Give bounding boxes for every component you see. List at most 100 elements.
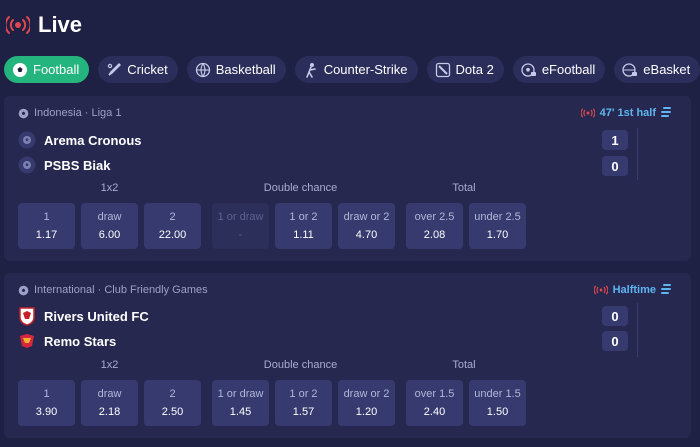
status-text: Halftime [612,284,656,296]
odd-label: 2 [169,388,176,400]
odd-button[interactable]: draw 6.00 [81,203,138,249]
football-icon [12,62,28,78]
tab-cricket[interactable]: Cricket [98,56,178,83]
odd-value: 1.50 [486,406,509,418]
odds-row: over 1.5 2.40 under 1.5 1.50 [406,380,526,426]
odd-label: under 2.5 [474,211,521,223]
stats-icon [661,284,671,294]
football-icon [18,285,29,295]
score-away: 0 [602,156,628,176]
odds-row: over 2.5 2.08 under 2.5 1.70 [406,203,526,249]
score-home: 1 [602,130,628,150]
match-card[interactable]: Indonesia · Liga 1 47' 1st half Arema Cr… [4,96,691,261]
odd-value: 1.70 [486,229,509,241]
tab-efootball[interactable]: eFootball [512,56,606,83]
odd-value: 4.70 [355,229,378,241]
odd-button[interactable]: 1 3.90 [18,380,75,426]
odds-row: 1 1.17 draw 6.00 2 22.00 [18,203,201,249]
odd-label: draw [97,211,122,223]
league-name: Indonesia · Liga 1 [34,107,122,119]
market-label-1x2: 1x2 [100,182,119,194]
league-row: Indonesia · Liga 1 [18,106,121,120]
odds-row: 1 or draw 1.45 1 or 2 1.57 draw or 2 1.20 [212,380,395,426]
tab-label: Cricket [127,62,168,77]
odd-button[interactable]: draw or 2 4.70 [338,203,395,249]
odd-label: 1 or draw [217,211,264,223]
sport-tabs: Football Cricket Basketball Counter-Stri… [4,56,700,84]
odd-label: under 1.5 [474,388,521,400]
odd-value: 3.90 [35,406,58,418]
odd-value: 2.40 [423,406,446,418]
page-title: Live [38,12,83,37]
odd-button[interactable]: under 1.5 1.50 [469,380,526,426]
counter-strike-icon [303,62,319,78]
match-card[interactable]: International · Club Friendly Games Half… [4,273,691,438]
tab-label: eBasket [643,62,691,77]
odd-label: 2 [169,211,176,223]
efootball-icon [521,62,537,78]
odd-button[interactable]: 1 or 2 1.57 [275,380,332,426]
odd-value: 1.17 [35,229,58,241]
tab-dota2[interactable]: Dota 2 [426,56,504,83]
match-status: Halftime [593,282,671,298]
team-name: PSBS Biak [44,157,111,173]
stats-icon [661,107,671,117]
cricket-icon [106,62,122,78]
score-home: 0 [602,306,628,326]
odd-button[interactable]: draw 2.18 [81,380,138,426]
market-label-total: Total [452,359,476,371]
odd-button[interactable]: 1 or draw 1.45 [212,380,269,426]
team-name: Arema Cronous [44,132,142,148]
score-away: 0 [602,331,628,351]
odd-value: - [238,229,243,241]
league-name: International · Club Friendly Games [34,284,208,296]
football-icon [18,108,29,118]
odd-button[interactable]: 2 22.00 [144,203,201,249]
odd-value: 1.45 [229,406,252,418]
team-placeholder-icon [18,156,36,174]
divider [637,128,638,180]
match-status: 47' 1st half [580,105,671,121]
odd-button-disabled: 1 or draw - [212,203,269,249]
odd-button[interactable]: over 2.5 2.08 [406,203,463,249]
tab-counter-strike[interactable]: Counter-Strike [294,56,418,83]
odd-button[interactable]: over 1.5 2.40 [406,380,463,426]
odd-button[interactable]: 2 2.50 [144,380,201,426]
odds-row: 1 3.90 draw 2.18 2 2.50 [18,380,201,426]
market-label-total: Total [452,182,476,194]
odd-label: over 2.5 [414,211,455,223]
odd-label: draw [97,388,122,400]
team-home[interactable]: Rivers United FC [18,306,149,326]
team-name: Remo Stars [44,333,117,349]
league-row: International · Club Friendly Games [18,283,208,297]
odd-label: 1 [43,211,50,223]
odd-button[interactable]: draw or 2 1.20 [338,380,395,426]
odd-label: 1 [43,388,50,400]
team-away[interactable]: PSBS Biak [18,155,110,175]
odd-label: over 1.5 [414,388,455,400]
tab-label: eFootball [541,62,596,77]
status-text: 47' 1st half [599,107,656,119]
odd-value: 22.00 [158,229,187,241]
tab-ebasketball[interactable]: eBasket [614,56,700,83]
tab-football[interactable]: Football [4,56,90,83]
tab-label: Counter-Strike [323,62,408,77]
ebasketball-icon [622,62,638,78]
live-broadcast-icon [593,285,608,295]
odd-label: 1 or 2 [289,388,318,400]
odd-button[interactable]: 1 or 2 1.11 [275,203,332,249]
tab-label: Basketball [215,62,276,77]
odd-value: 1.57 [292,406,315,418]
odd-label: 1 or 2 [289,211,318,223]
tab-basketball[interactable]: Basketball [186,56,286,83]
odd-value: 6.00 [98,229,121,241]
odd-button[interactable]: 1 1.17 [18,203,75,249]
odd-button[interactable]: under 2.5 1.70 [469,203,526,249]
odd-label: draw or 2 [343,388,390,400]
live-broadcast-icon [580,108,595,118]
live-broadcast-icon [6,13,30,37]
team-crest-icon [18,332,36,350]
team-away[interactable]: Remo Stars [18,331,116,351]
team-home[interactable]: Arema Cronous [18,130,142,150]
market-label-double-chance: Double chance [263,359,338,371]
